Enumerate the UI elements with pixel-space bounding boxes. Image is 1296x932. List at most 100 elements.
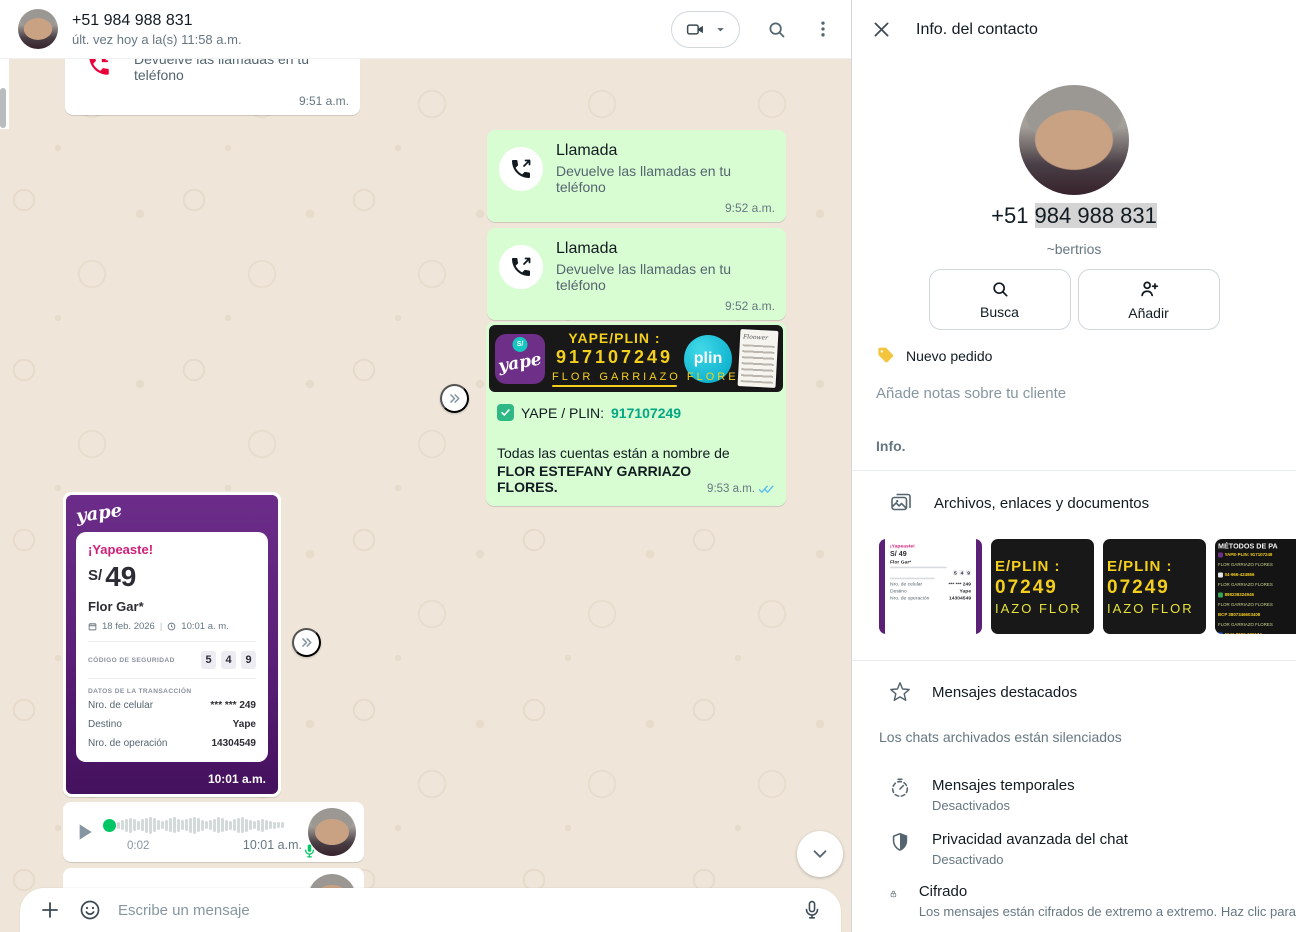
yape-app-logo: S/ yape bbox=[495, 334, 545, 384]
security-code-label: CÓDIGO DE SEGURIDAD bbox=[88, 657, 175, 664]
media-thumb-banner[interactable]: E/PLIN : 07249 IAZO FLOR bbox=[991, 539, 1094, 634]
calendar-icon bbox=[88, 622, 97, 631]
video-camera-icon bbox=[685, 19, 706, 40]
scroll-to-bottom-button[interactable] bbox=[797, 831, 843, 877]
read-ticks-icon bbox=[758, 483, 775, 495]
contact-photo[interactable] bbox=[1019, 85, 1129, 195]
timer-icon bbox=[889, 777, 911, 799]
starred-messages-row[interactable]: Mensajes destacados bbox=[852, 661, 1296, 703]
outgoing-call-icon bbox=[499, 245, 543, 289]
yape-wordmark: yape bbox=[494, 348, 547, 376]
search-in-chat-button[interactable]: Busca bbox=[929, 269, 1071, 330]
chevron-down-icon bbox=[715, 24, 726, 35]
panel-body[interactable]: +51 984 988 831 ~bertrios Busca Añadir bbox=[852, 59, 1296, 932]
info-heading: Info. bbox=[876, 438, 1296, 454]
close-icon[interactable] bbox=[871, 19, 892, 40]
message-time: 9:51 a.m. bbox=[299, 94, 349, 108]
client-notes-input[interactable]: Añade notas sobre tu cliente bbox=[876, 385, 1296, 402]
play-icon[interactable] bbox=[71, 819, 97, 845]
contact-alias: ~bertrios bbox=[852, 241, 1296, 257]
starred-row-label: Mensajes destacados bbox=[932, 684, 1077, 701]
security-code: 5 4 9 bbox=[201, 651, 256, 669]
missed-call-message: Devuelve las llamadas en tu teléfono 9:5… bbox=[65, 59, 360, 115]
message-list[interactable]: Devuelve las llamadas en tu teléfono 9:5… bbox=[0, 59, 851, 932]
media-thumb-receipt[interactable]: ¡Yapeaste! S/ 49 Flor Gar* 549 Nro. de c… bbox=[879, 539, 982, 634]
media-thumb-payment-methods[interactable]: MÉTODOS DE PA YAPE·PLIN: 917107249 FLOR … bbox=[1215, 539, 1296, 634]
advanced-chat-privacy-row[interactable]: Privacidad avanzada del chat Desactivado bbox=[889, 831, 1296, 867]
search-icon bbox=[990, 279, 1010, 299]
currency: S/ bbox=[88, 567, 102, 584]
yape-wordmark: yape bbox=[75, 500, 124, 527]
recipient-name: Flor Gar* bbox=[88, 599, 256, 614]
chat-header: +51 984 988 831 últ. vez hoy a la(s) 11:… bbox=[0, 0, 851, 59]
media-icon bbox=[889, 491, 913, 515]
whatsapp-window: +51 984 988 831 últ. vez hoy a la(s) 11:… bbox=[0, 0, 1296, 932]
missed-call-icon bbox=[77, 59, 121, 87]
person-add-icon bbox=[1138, 278, 1160, 300]
sender-avatar[interactable] bbox=[308, 808, 356, 856]
call-title: Llamada bbox=[556, 142, 774, 160]
outgoing-call-icon bbox=[499, 147, 543, 191]
emoji-icon[interactable] bbox=[78, 898, 102, 922]
message-time: 9:53 a.m. bbox=[707, 483, 775, 495]
star-icon bbox=[889, 681, 911, 703]
receipt-title: ¡Yapeaste! bbox=[88, 542, 256, 557]
contact-phone: +51 984 988 831 bbox=[852, 203, 1296, 229]
call-message: Llamada Devuelve las llamadas en tu telé… bbox=[487, 130, 786, 222]
voice-duration: 0:02 bbox=[127, 840, 149, 852]
phone-number-link[interactable]: 917107249 bbox=[611, 405, 681, 421]
menu-kebab-icon[interactable] bbox=[813, 19, 833, 39]
message-time: 9:52 a.m. bbox=[725, 299, 775, 313]
contact-avatar[interactable] bbox=[18, 9, 58, 49]
forward-icon[interactable] bbox=[440, 384, 469, 413]
account-holder-name: FLOR ESTEFANY GARRIAZO FLORES. bbox=[497, 463, 701, 495]
media-thumb-banner[interactable]: E/PLIN : 07249 IAZO FLOR bbox=[1103, 539, 1206, 634]
mic-icon[interactable] bbox=[801, 899, 823, 921]
media-links-docs-row[interactable]: Archivos, enlaces y documentos bbox=[852, 471, 1296, 515]
video-call-button[interactable] bbox=[671, 11, 740, 48]
shield-icon bbox=[889, 831, 911, 853]
caption-line: Todas las cuentas están a nombre de bbox=[497, 445, 775, 461]
attach-plus-icon[interactable] bbox=[38, 898, 62, 922]
last-seen: últ. vez hoy a la(s) 11:58 a.m. bbox=[72, 32, 671, 47]
message-time: 9:52 a.m. bbox=[725, 201, 775, 215]
chevron-down-icon bbox=[809, 843, 831, 865]
chat-title: +51 984 988 831 bbox=[72, 12, 671, 30]
message-time: 10:01 a.m. bbox=[208, 772, 266, 786]
forward-icon[interactable] bbox=[292, 628, 321, 657]
yape-receipt-message[interactable]: yape ¡Yapeaste! S/ 49 Flor Gar* 18 feb. … bbox=[63, 492, 281, 797]
order-label-text: Nuevo pedido bbox=[906, 348, 992, 364]
media-thumbnails: ¡Yapeaste! S/ 49 Flor Gar* 549 Nro. de c… bbox=[879, 539, 1296, 634]
call-message: Llamada Devuelve las llamadas en tu telé… bbox=[487, 228, 786, 320]
contact-actions: Busca Añadir bbox=[852, 269, 1296, 330]
price-list-paper: Floower bbox=[738, 329, 779, 388]
clock-icon bbox=[167, 622, 176, 631]
voice-waveform[interactable] bbox=[117, 812, 302, 838]
search-icon[interactable] bbox=[766, 19, 787, 40]
banner-text: YAPE/PLIN : 917107249 FLOR GARRIAZO FLOR… bbox=[552, 330, 677, 387]
message-composer bbox=[20, 888, 841, 932]
call-message-text: Devuelve las llamadas en tu teléfono bbox=[134, 59, 348, 83]
encryption-row[interactable]: Cifrado Los mensajes están cifrados de e… bbox=[889, 883, 1296, 919]
message-time: 10:01 a.m. bbox=[243, 838, 302, 852]
caption-label: YAPE / PLIN: bbox=[521, 405, 604, 421]
voice-progress-dot[interactable] bbox=[103, 819, 116, 832]
chatlist-scrollbar[interactable] bbox=[0, 88, 6, 128]
order-label-row[interactable]: Nuevo pedido bbox=[876, 346, 1296, 365]
message-input[interactable] bbox=[118, 902, 785, 919]
panel-header: Info. del contacto bbox=[852, 0, 1296, 59]
mic-icon bbox=[301, 842, 318, 859]
yape-plin-banner-image[interactable]: S/ yape YAPE/PLIN : 917107249 FLOR GARRI… bbox=[489, 325, 783, 392]
receipt-datetime: 18 feb. 2026 | 10:01 a. m. bbox=[88, 621, 256, 632]
add-contact-button[interactable]: Añadir bbox=[1078, 269, 1220, 330]
promo-image-message: S/ yape YAPE/PLIN : 917107249 FLOR GARRI… bbox=[486, 322, 786, 506]
chat-actions bbox=[671, 11, 833, 48]
transaction-data-label: DATOS DE LA TRANSACCIÓN bbox=[88, 688, 256, 695]
check-emoji bbox=[497, 404, 514, 421]
contact-info-panel: Info. del contacto +51 984 988 831 ~bert… bbox=[851, 0, 1296, 932]
yape-currency-badge: S/ bbox=[513, 337, 528, 352]
receipt-image: yape ¡Yapeaste! S/ 49 Flor Gar* 18 feb. … bbox=[66, 495, 278, 794]
disappearing-messages-row[interactable]: Mensajes temporales Desactivados bbox=[889, 777, 1296, 813]
amount: 49 bbox=[105, 563, 136, 591]
chat-header-info[interactable]: +51 984 988 831 últ. vez hoy a la(s) 11:… bbox=[72, 12, 671, 47]
